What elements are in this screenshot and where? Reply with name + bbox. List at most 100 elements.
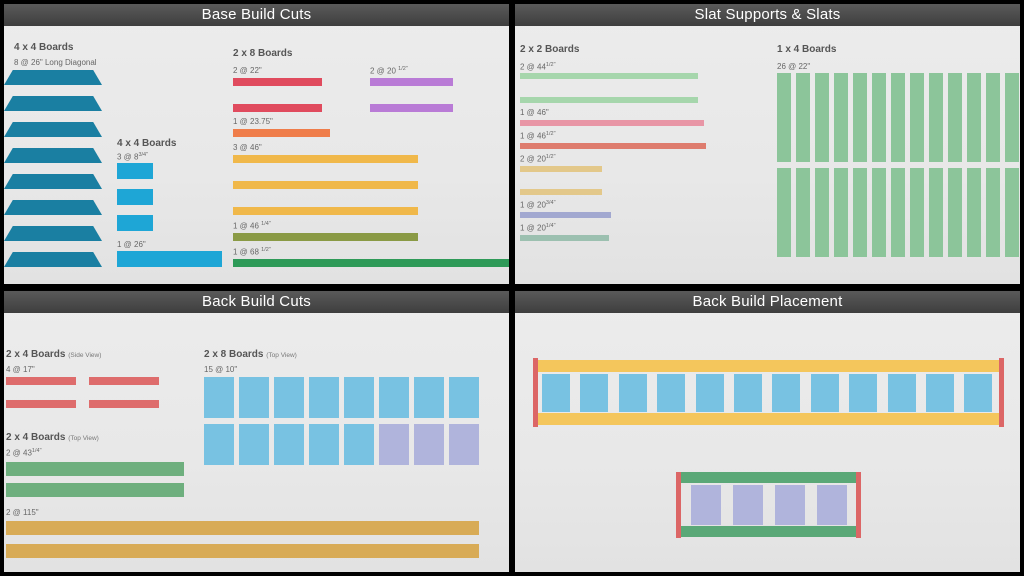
group-title: 2 x 4 Boards (Side View)	[6, 349, 102, 360]
slat-board	[948, 73, 962, 162]
support-board	[520, 120, 704, 126]
slat-board	[796, 168, 810, 257]
board-block	[274, 377, 304, 418]
cut-label: 1 @ 68 1/2"	[233, 247, 271, 257]
group-title: 2 x 8 Boards	[233, 48, 293, 59]
slat-board	[1005, 168, 1019, 257]
cut-block	[117, 215, 153, 231]
board-block	[344, 424, 374, 465]
support-board	[520, 166, 602, 172]
cut-label: 3 @ 46"	[233, 143, 262, 152]
placed-block	[657, 374, 686, 412]
placed-block	[618, 374, 647, 412]
cut-board	[6, 483, 184, 497]
board-block	[274, 424, 304, 465]
cut-label: 8 @ 26" Long Diagonal	[14, 58, 97, 67]
cut-label: 1 @ 23.75"	[233, 117, 273, 126]
placed-block	[849, 374, 878, 412]
cut-board	[233, 78, 322, 86]
slat-board	[910, 73, 924, 162]
diagonal-cut-board	[4, 70, 102, 85]
cut-label: 1 @ 201/4"	[520, 223, 556, 233]
board-block	[414, 377, 444, 418]
cut-board	[6, 377, 76, 385]
slat-board	[929, 168, 943, 257]
board-block	[309, 377, 339, 418]
placed-block	[733, 485, 763, 525]
cut-label: 2 @ 22"	[233, 66, 262, 75]
board-block	[309, 424, 339, 465]
support-board	[520, 73, 698, 79]
group-title: 4 x 4 Boards	[117, 138, 177, 149]
diagonal-cut-board	[4, 122, 102, 137]
board-block	[204, 424, 234, 465]
placed-block	[695, 374, 724, 412]
support-board	[520, 189, 602, 195]
diagonal-cut-board	[4, 174, 102, 189]
slat-supports-panel: Slat Supports & Slats 2 x 2 Boards 2 @ 4…	[515, 4, 1020, 284]
cut-board	[89, 400, 159, 408]
support-board	[520, 143, 706, 149]
placed-block	[542, 374, 570, 412]
cut-label: 1 @ 461/2"	[520, 131, 556, 141]
cut-board	[233, 207, 418, 215]
slat-board	[834, 168, 848, 257]
cut-board	[233, 181, 418, 189]
group-title: 2 x 2 Boards	[520, 44, 580, 55]
placed-block	[734, 374, 762, 412]
placed-block	[926, 374, 954, 412]
slat-board	[986, 73, 1000, 162]
cut-label: 2 @ 441/2"	[520, 62, 556, 72]
side-post	[676, 472, 681, 538]
slat-board	[967, 168, 981, 257]
cut-board	[117, 251, 222, 267]
cut-board	[233, 155, 418, 163]
diagonal-cut-board	[4, 96, 102, 111]
diagonal-cut-board	[4, 200, 102, 215]
panel-title: Back Build Cuts	[4, 291, 509, 313]
slat-board	[853, 168, 867, 257]
cut-board	[233, 233, 418, 241]
group-title: 2 x 4 Boards (Top View)	[6, 432, 99, 443]
back-build-placement-panel: Back Build Placement	[515, 291, 1020, 572]
slat-board	[853, 73, 867, 162]
placed-block	[964, 374, 993, 412]
board-block	[414, 424, 444, 465]
cut-board	[370, 78, 453, 86]
cut-label: 15 @ 10"	[204, 365, 238, 374]
board-block	[379, 424, 409, 465]
bottom-rail	[537, 413, 999, 425]
support-board	[520, 212, 611, 218]
cut-label: 1 @ 46 1/4"	[233, 221, 271, 231]
bottom-rail	[681, 526, 856, 537]
side-post	[856, 472, 861, 538]
group-title: 4 x 4 Boards	[14, 42, 74, 53]
placed-block	[772, 374, 801, 412]
diagonal-cut-board	[4, 252, 102, 267]
board-block	[204, 377, 234, 418]
cut-board	[233, 259, 509, 267]
slat-board	[891, 73, 905, 162]
board-block	[449, 424, 479, 465]
slat-board	[1005, 73, 1019, 162]
placed-block	[691, 485, 721, 525]
diagonal-cut-board	[4, 148, 102, 163]
slat-board	[796, 73, 810, 162]
cut-board	[6, 400, 76, 408]
cut-label: 2 @ 201/2"	[520, 154, 556, 164]
panel-title: Back Build Placement	[515, 291, 1020, 313]
cut-board	[370, 104, 453, 112]
placed-block	[580, 374, 609, 412]
cut-board	[6, 544, 479, 558]
cut-label: 2 @ 431/4"	[6, 448, 42, 458]
cut-label: 2 @ 20 1/2"	[370, 66, 408, 76]
panel-title: Slat Supports & Slats	[515, 4, 1020, 26]
slat-board	[872, 168, 886, 257]
placed-block	[810, 374, 839, 412]
placed-block	[817, 485, 847, 525]
cut-board	[6, 521, 479, 535]
cut-board	[89, 377, 159, 385]
side-post	[533, 358, 538, 427]
cut-label: 3 @ 83/4"	[117, 152, 149, 162]
slat-board	[929, 73, 943, 162]
